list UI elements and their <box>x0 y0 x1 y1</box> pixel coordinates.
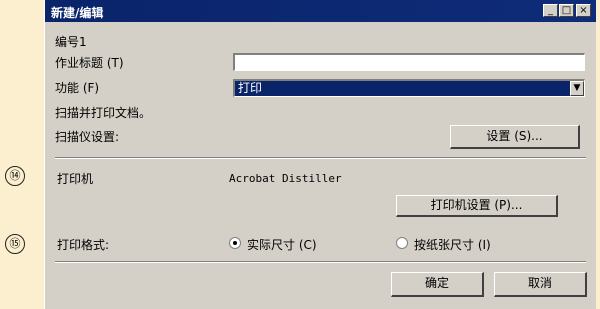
cancel-button[interactable]: 取消 <box>494 272 587 297</box>
window-title: 新建/编辑 <box>51 6 104 20</box>
printer-settings-button[interactable]: 打印机设置 (P)... <box>396 195 558 217</box>
print-format-label: 打印格式: <box>57 238 110 252</box>
radio-actual-size[interactable] <box>229 237 241 249</box>
function-selected-value: 打印 <box>238 81 263 95</box>
radio-fit-paper[interactable] <box>396 237 408 249</box>
dialog-window: 新建/编辑 _ □ × 编号1 作业标题 (T) 功能 (F) 打印 ▼ 扫描并… <box>44 0 596 309</box>
settings-button[interactable]: 设置 (S)... <box>450 125 580 149</box>
job-title-input[interactable] <box>233 53 585 71</box>
radio-selected-dot <box>233 241 237 245</box>
minimize-button[interactable]: _ <box>543 4 558 17</box>
separator-bottom-highlight <box>55 262 586 263</box>
description-text: 扫描并打印文档。 <box>55 106 152 120</box>
scanner-settings-label: 扫描仪设置: <box>55 130 120 144</box>
callout-14: ⑭ <box>5 166 25 186</box>
radio-actual-size-label[interactable]: 实际尺寸 (C) <box>247 236 317 253</box>
separator-top-highlight <box>55 158 586 159</box>
ok-button[interactable]: 确定 <box>391 272 484 297</box>
radio-fit-paper-label[interactable]: 按纸张尺寸 (I) <box>414 236 491 253</box>
id-label: 编号1 <box>55 35 87 49</box>
callout-15: ⑮ <box>5 234 25 254</box>
function-select[interactable]: 打印 ▼ <box>233 79 585 97</box>
job-title-label: 作业标题 (T) <box>55 56 124 70</box>
printer-label: 打印机 <box>57 172 94 186</box>
close-button[interactable]: × <box>576 4 591 17</box>
maximize-button[interactable]: □ <box>559 4 574 17</box>
title-bar: 新建/编辑 _ □ × <box>45 0 596 22</box>
printer-name: Acrobat Distiller <box>229 172 342 185</box>
chevron-down-icon[interactable]: ▼ <box>570 81 584 96</box>
function-label: 功能 (F) <box>55 81 100 95</box>
